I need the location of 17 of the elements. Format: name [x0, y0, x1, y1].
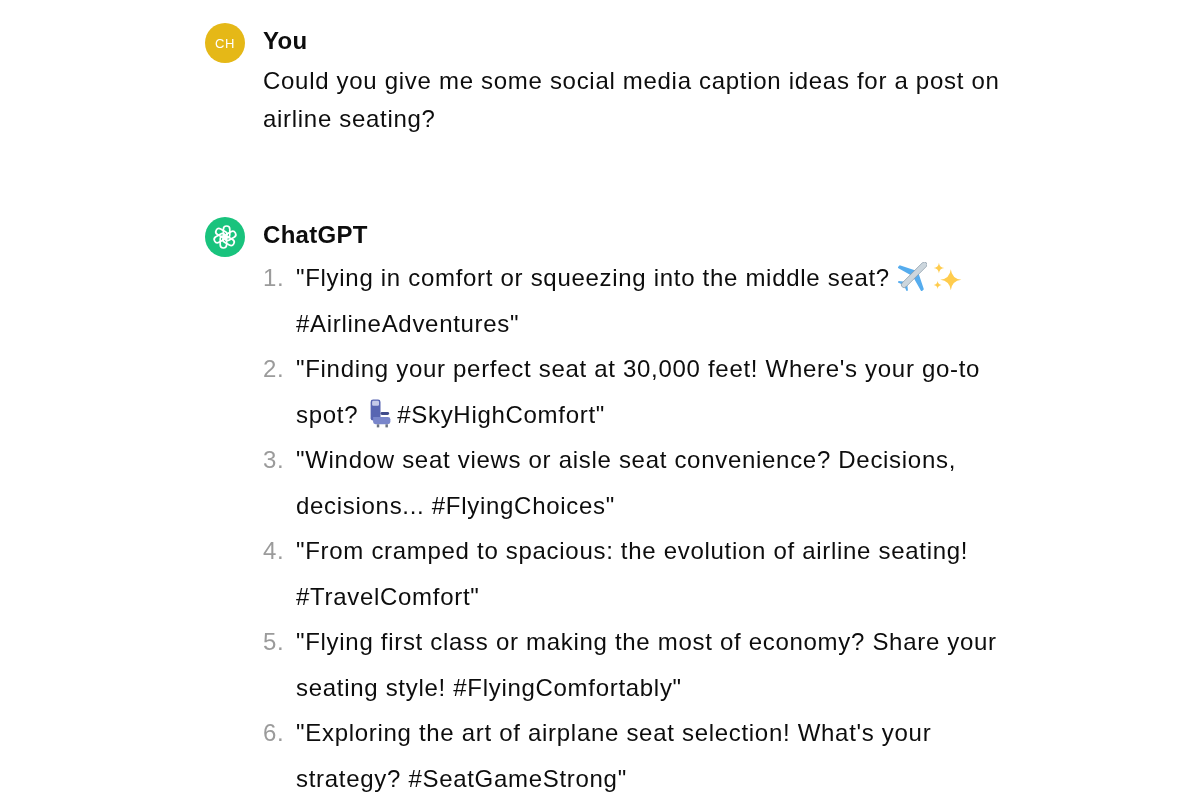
caption-text: "Exploring the art of airplane seat selection! What's your strategy? #SeatGameStrong": [296, 718, 933, 794]
caption-text: "Flying in comfort or squeezing into the middle seat? #AirlineAdventures": [296, 255, 1020, 346]
list-number: 5.: [263, 627, 286, 657]
user-avatar: CH: [205, 23, 245, 63]
author-name: ChatGPT: [263, 220, 368, 250]
author-name: You: [263, 26, 308, 56]
message-text: Could you give me some social media caption ideas for a post on airline seating?: [263, 66, 1001, 134]
caption-text: "Finding your perfect seat at 30,000 feet! Where's your go-to spot? #SkyHighComfort": [296, 354, 982, 430]
caption-text: "Flying first class or making the most of economy? Share your seating style! #FlyingComfortably": [296, 627, 998, 703]
list-number: 1.: [263, 263, 286, 293]
list-number: 3.: [263, 445, 286, 475]
list-number: 6.: [263, 718, 286, 748]
caption-text: "Window seat views or aisle seat convenience? Decisions, decisions... #FlyingChoices": [296, 445, 957, 521]
list-number: 4.: [263, 536, 286, 566]
list-number: 2.: [263, 354, 286, 384]
sparkles-icon: [932, 262, 962, 291]
caption-text: "From cramped to spacious: the evolution of airline seating! #TravelComfort": [296, 536, 970, 612]
